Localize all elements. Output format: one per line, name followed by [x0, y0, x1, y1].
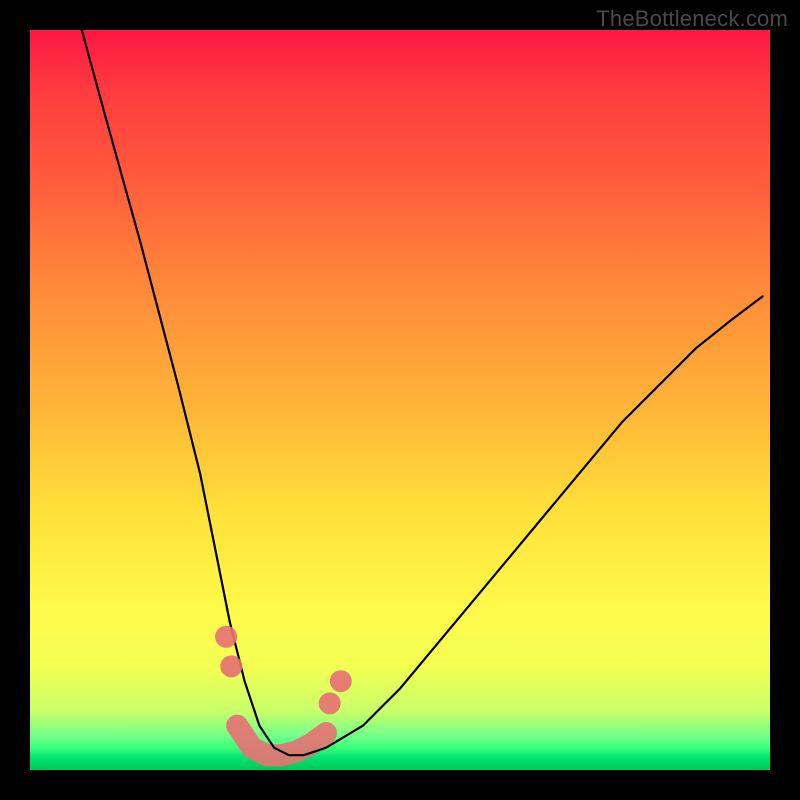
- data-marker: [319, 692, 341, 714]
- chart-svg: [30, 30, 770, 770]
- watermark-text: TheBottleneck.com: [596, 6, 788, 32]
- data-marker: [215, 626, 237, 648]
- data-marker: [220, 655, 242, 677]
- bottleneck-curve-line: [82, 30, 763, 755]
- chart-plot-area: [30, 30, 770, 770]
- chart-frame: TheBottleneck.com: [0, 0, 800, 800]
- data-marker: [330, 670, 352, 692]
- marker-group: [215, 626, 352, 715]
